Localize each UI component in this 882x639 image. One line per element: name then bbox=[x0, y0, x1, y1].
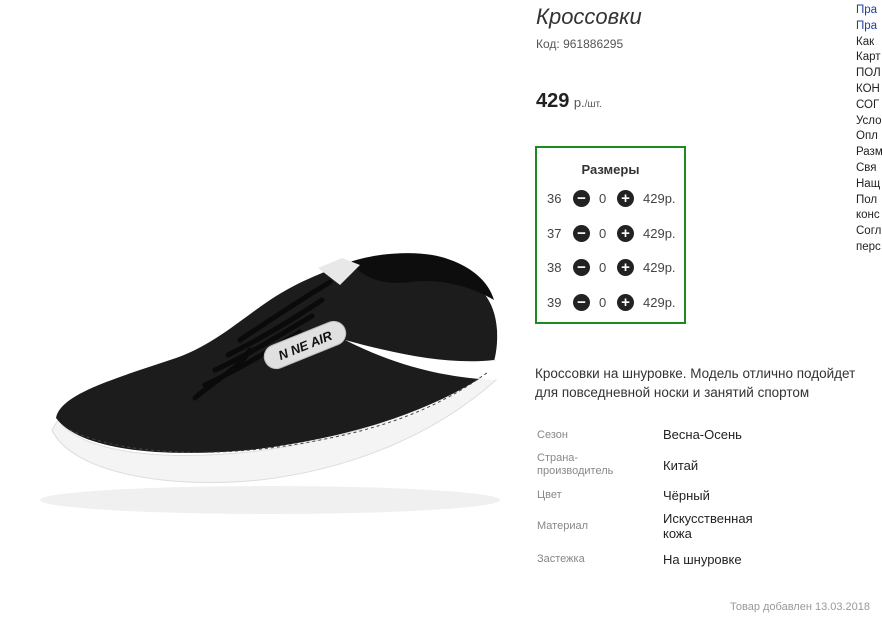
minus-icon[interactable]: − bbox=[573, 259, 590, 276]
sidebar-links: Пра Пра Как Карт ПОЛ КОН СОГ Усло Опл Ра… bbox=[856, 3, 882, 256]
sidebar-link[interactable]: Согл bbox=[856, 224, 882, 240]
property-value: Чёрный bbox=[663, 488, 710, 503]
sidebar-link[interactable]: Пол bbox=[856, 193, 882, 209]
sidebar-link[interactable]: Опл bbox=[856, 129, 882, 145]
size-label: 37 bbox=[547, 226, 562, 241]
plus-icon[interactable]: + bbox=[617, 259, 634, 276]
size-price: 429р. bbox=[643, 295, 676, 310]
size-row: 36 − 0 + 429р. bbox=[537, 189, 684, 209]
sidebar-link[interactable]: Усло bbox=[856, 114, 882, 130]
property-name: Сезон bbox=[537, 429, 568, 441]
property-value: На шнуровке bbox=[663, 552, 742, 567]
size-row: 39 − 0 + 429р. bbox=[537, 293, 684, 313]
property-value: Китай bbox=[663, 458, 699, 473]
size-quantity: 0 bbox=[599, 260, 607, 275]
sidebar-link[interactable]: перс bbox=[856, 240, 882, 256]
size-row: 38 − 0 + 429р. bbox=[537, 258, 684, 278]
product-photo[interactable]: N NE AIR bbox=[0, 0, 520, 634]
product-description: Кроссовки на шнуровке. Модель отлично по… bbox=[535, 366, 856, 400]
plus-icon[interactable]: + bbox=[617, 294, 634, 311]
sidebar-link[interactable]: КОН bbox=[856, 82, 882, 98]
product-code: Код: 961886295 bbox=[536, 37, 624, 51]
size-label: 39 bbox=[547, 295, 562, 310]
sizes-panel: Размеры 36 − 0 + 429р. 37 − 0 + 429р. 38… bbox=[535, 146, 686, 324]
size-quantity: 0 bbox=[599, 295, 607, 310]
plus-icon[interactable]: + bbox=[617, 225, 634, 242]
sidebar-link[interactable]: СОГ bbox=[856, 98, 882, 114]
property-value: Весна-Осень bbox=[663, 427, 742, 442]
property-value: Искусственная кожа bbox=[663, 511, 753, 541]
added-date: Товар добавлен 13.03.2018 bbox=[730, 601, 871, 613]
sizes-title: Размеры bbox=[581, 162, 640, 177]
minus-icon[interactable]: − bbox=[573, 190, 590, 207]
size-label: 36 bbox=[547, 191, 562, 206]
product-title: Кроссовки bbox=[536, 4, 642, 29]
size-price: 429р. bbox=[643, 260, 676, 275]
property-name: Цвет bbox=[537, 489, 562, 501]
price-value: 429 bbox=[536, 90, 570, 112]
size-price: 429р. bbox=[643, 191, 676, 206]
plus-icon[interactable]: + bbox=[617, 190, 634, 207]
size-label: 38 bbox=[547, 260, 562, 275]
property-name: Застежка bbox=[537, 553, 585, 565]
minus-icon[interactable]: − bbox=[573, 225, 590, 242]
sidebar-link[interactable]: Разм bbox=[856, 145, 882, 161]
sidebar-link[interactable]: Свя bbox=[856, 161, 882, 177]
sidebar-link[interactable]: ПОЛ bbox=[856, 66, 882, 82]
size-quantity: 0 bbox=[599, 191, 607, 206]
property-name: Материал bbox=[537, 520, 588, 532]
sidebar-link[interactable]: Нащ bbox=[856, 177, 882, 193]
price-unit: /шт. bbox=[584, 99, 602, 110]
sidebar-link[interactable]: Пра bbox=[856, 3, 882, 19]
sneaker-image: N NE AIR bbox=[40, 253, 500, 514]
minus-icon[interactable]: − bbox=[573, 294, 590, 311]
size-price: 429р. bbox=[643, 226, 676, 241]
property-name: Страна-производитель bbox=[537, 452, 614, 477]
sidebar-link[interactable]: Как bbox=[856, 35, 882, 51]
sidebar-link[interactable]: Пра bbox=[856, 19, 882, 35]
size-quantity: 0 bbox=[599, 226, 607, 241]
size-row: 37 − 0 + 429р. bbox=[537, 224, 684, 244]
product-price: 429 р./шт. bbox=[536, 90, 602, 113]
sidebar-link[interactable]: Карт bbox=[856, 50, 882, 66]
sidebar-link[interactable]: конс bbox=[856, 208, 882, 224]
price-currency: р. bbox=[573, 95, 585, 110]
